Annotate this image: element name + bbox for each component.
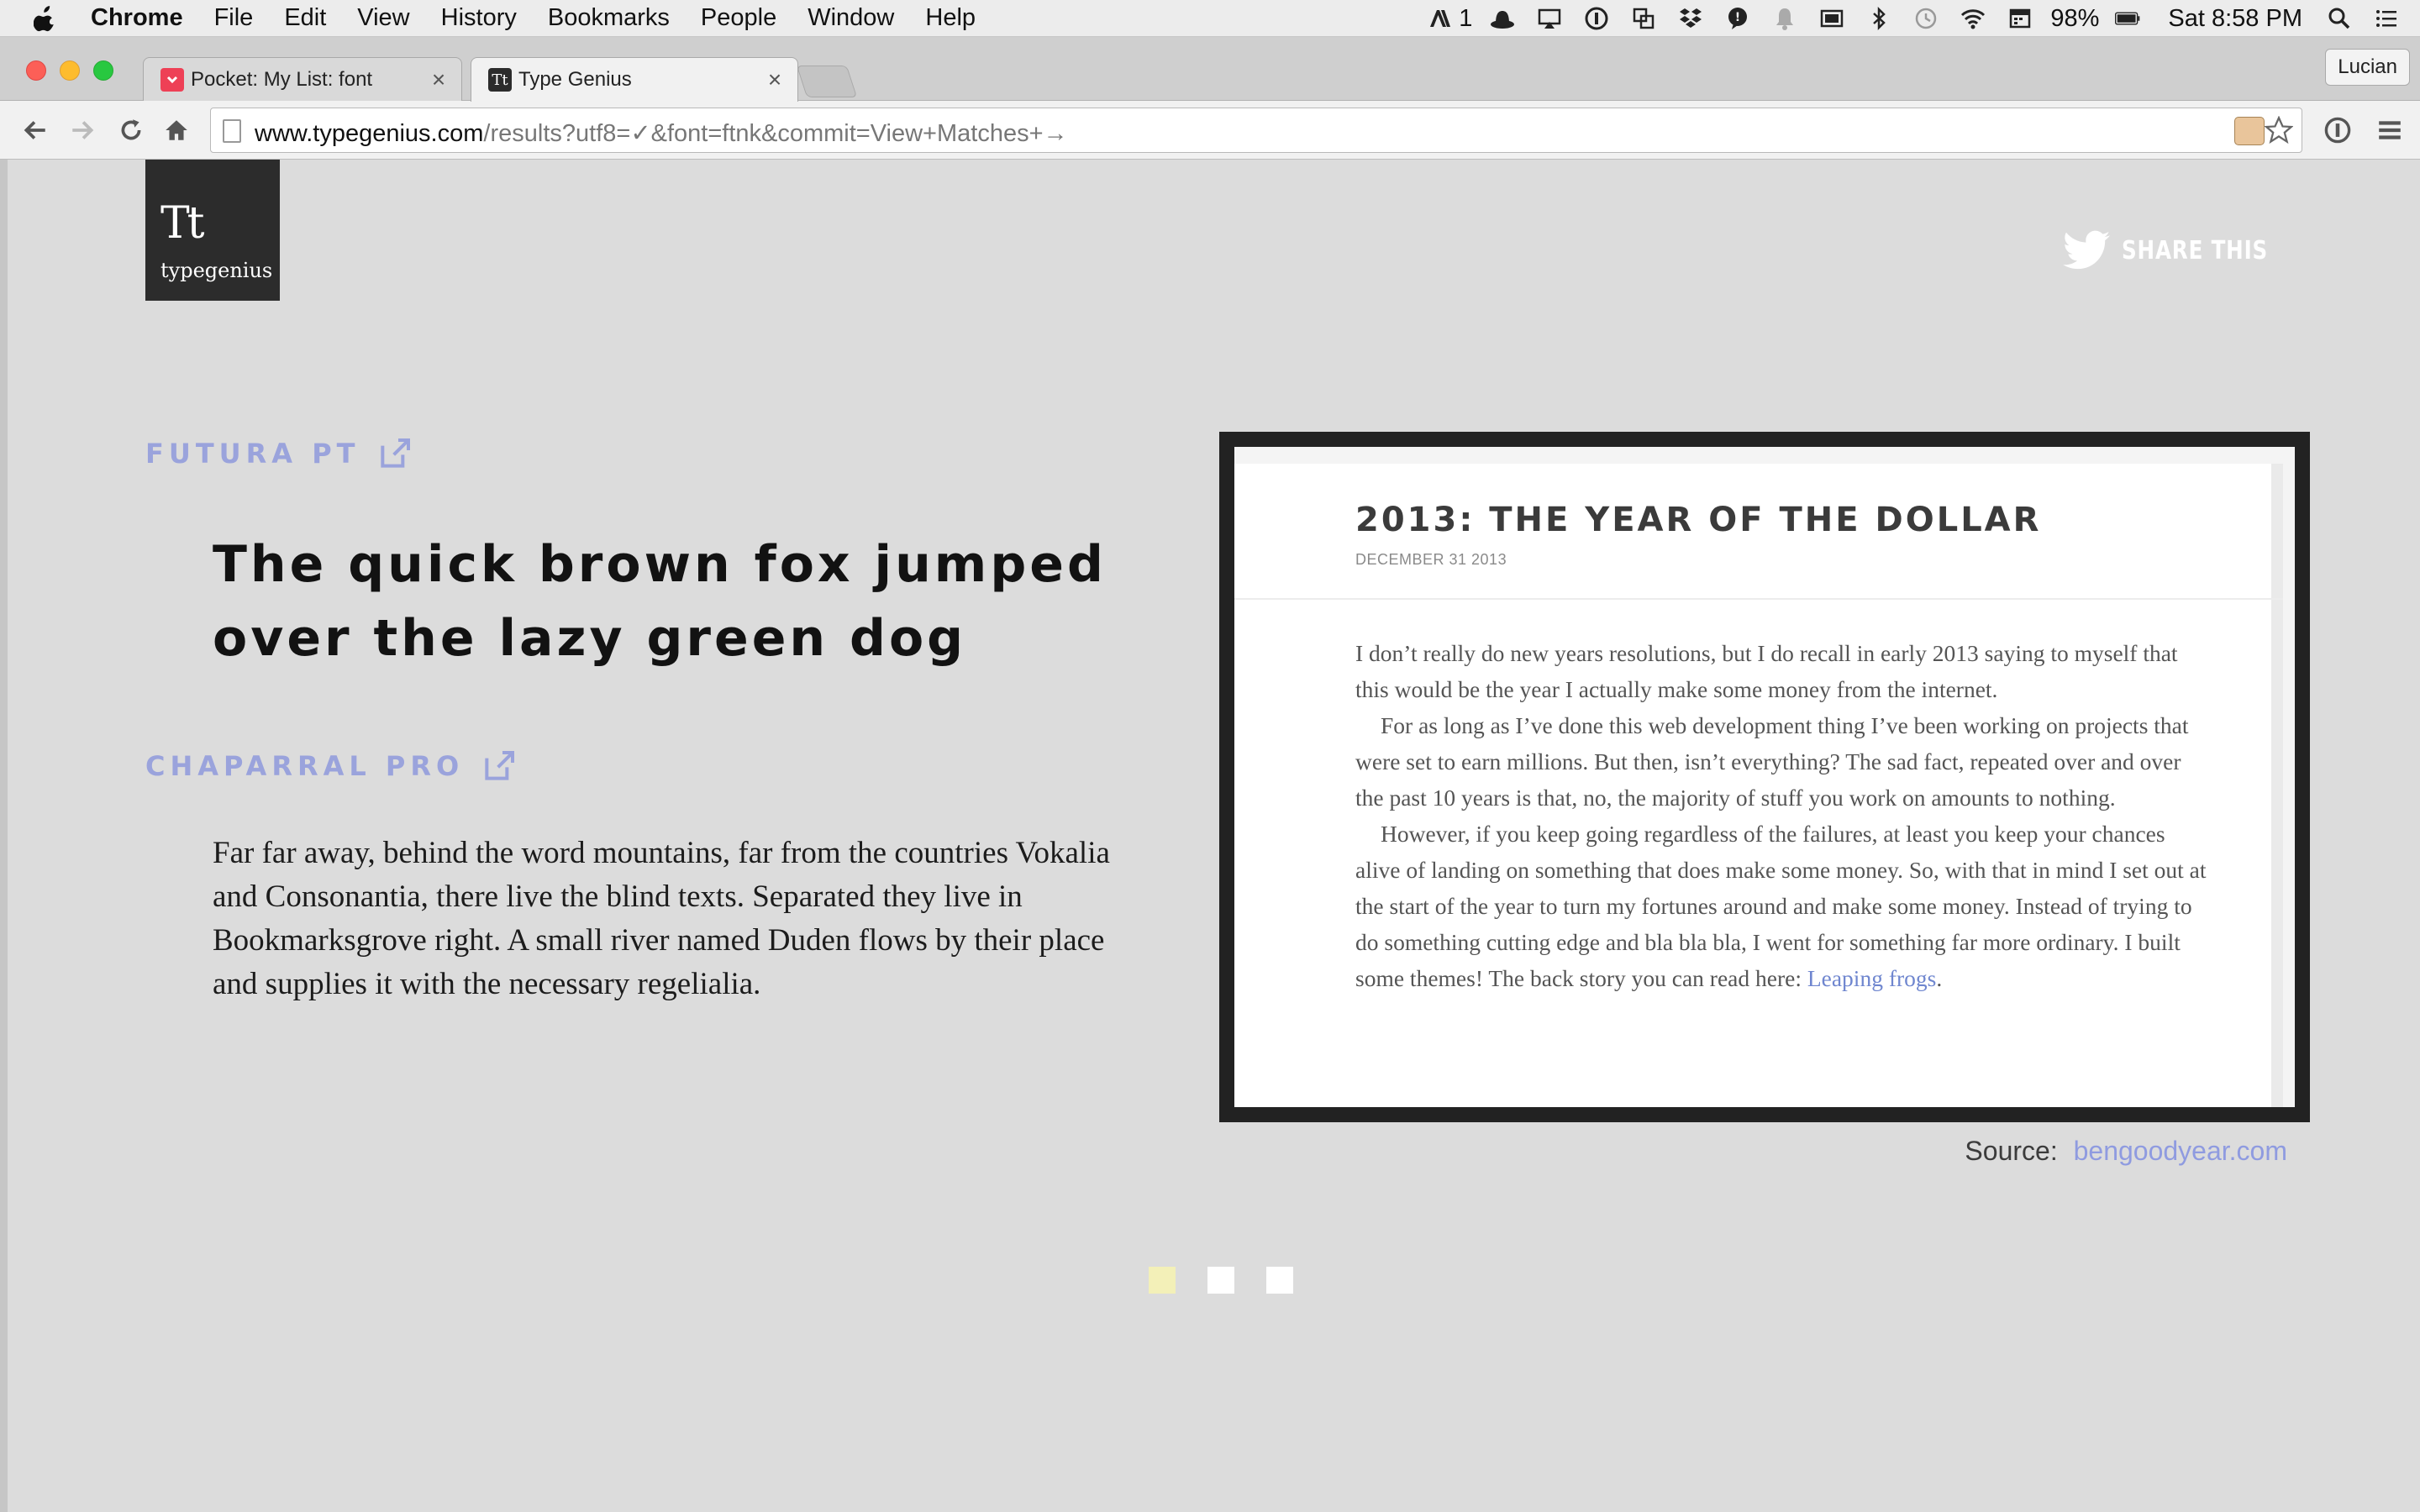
font-sample-chaparral: Far far away, behind the word mountains,… — [213, 836, 1110, 1001]
leaping-frogs-link[interactable]: Leaping frogs — [1807, 965, 1937, 991]
onepassword-icon[interactable] — [1580, 4, 1613, 33]
menu-edit[interactable]: Edit — [284, 4, 326, 32]
font-sample-futura: The quick brown fox jumped over the lazy… — [213, 535, 1107, 668]
menu-history[interactable]: History — [441, 4, 517, 32]
hat-icon[interactable] — [1486, 4, 1519, 33]
article-title: 2013: THE YEAR OF THE DOLLAR — [1355, 501, 2042, 539]
battery-icon[interactable] — [2106, 4, 2149, 33]
new-tab-button[interactable] — [796, 66, 858, 97]
onepassword-extension-icon[interactable] — [2321, 113, 2354, 147]
close-tab-icon[interactable]: × — [762, 66, 787, 93]
display-icon[interactable] — [1815, 4, 1849, 33]
close-tab-icon[interactable]: × — [426, 66, 451, 93]
article-body: I don’t really do new years resolutions,… — [1355, 635, 2212, 996]
article-paragraph: I don’t really do new years resolutions,… — [1355, 640, 2178, 702]
tab-title: Type Genius — [518, 68, 632, 91]
logo-name: typegenius — [160, 259, 273, 282]
pocket-icon — [160, 67, 184, 92]
profile-button[interactable]: Lucian — [2325, 49, 2410, 86]
twitter-bird-icon — [2063, 230, 2110, 270]
window-zoom-button[interactable] — [93, 60, 113, 81]
window-minimize-button[interactable] — [60, 60, 80, 81]
wifi-icon[interactable] — [1956, 4, 1990, 33]
time-machine-icon[interactable] — [1909, 4, 1943, 33]
notification-center-icon[interactable] — [2370, 4, 2403, 33]
macos-menu-bar: Chrome File Edit View History Bookmarks … — [0, 0, 2420, 37]
typegenius-logo[interactable]: Tt typegenius — [145, 160, 280, 301]
tab-pocket[interactable]: Pocket: My List: font × — [143, 57, 462, 101]
menu-file[interactable]: File — [214, 4, 254, 32]
menu-app-chrome[interactable]: Chrome — [91, 4, 183, 32]
font-name-label: CHAPARRAL PRO — [145, 750, 465, 782]
pagination-dot-1[interactable] — [1149, 1267, 1176, 1294]
font-name-futura-pt: FUTURA PT — [145, 437, 412, 470]
chrome-menu-icon[interactable] — [2373, 113, 2407, 147]
typegenius-icon: Tt — [488, 68, 512, 92]
home-button[interactable] — [160, 113, 193, 147]
pagination-dot-2[interactable] — [1207, 1267, 1234, 1294]
window-close-button[interactable] — [26, 60, 46, 81]
source-link[interactable]: bengoodyear.com — [2074, 1136, 2287, 1166]
menu-help[interactable]: Help — [925, 4, 976, 32]
preview-article: 2013: THE YEAR OF THE DOLLAR DECEMBER 31… — [1234, 464, 2283, 1107]
article-date: DECEMBER 31 2013 — [1355, 551, 1507, 568]
notification-bell-icon[interactable] — [1768, 4, 1802, 33]
dropbox-icon[interactable] — [1674, 4, 1707, 33]
article-divider — [1234, 598, 2283, 600]
apple-icon[interactable] — [34, 4, 59, 33]
preview-source: Source: bengoodyear.com — [1965, 1136, 2287, 1167]
font-name-label: FUTURA PT — [145, 438, 360, 470]
spotlight-search-icon[interactable] — [2323, 4, 2356, 33]
browser-toolbar: www.typegenius.com/results?utf8=✓&font=f… — [0, 101, 2420, 160]
pagination-dot-3[interactable] — [1266, 1267, 1293, 1294]
pagination-dots — [1149, 1267, 1325, 1294]
external-link-icon[interactable] — [378, 437, 412, 470]
screen-capture-icon[interactable] — [1627, 4, 1660, 33]
share-label: SHARE THIS — [2122, 235, 2269, 265]
site-preview-frame: 2013: THE YEAR OF THE DOLLAR DECEMBER 31… — [1219, 432, 2310, 1122]
source-label: Source: — [1965, 1136, 2058, 1166]
tab-title: Pocket: My List: font — [191, 67, 373, 91]
reload-button[interactable] — [114, 113, 148, 147]
menu-people[interactable]: People — [701, 4, 776, 32]
menu-window[interactable]: Window — [808, 4, 894, 32]
address-bar[interactable]: www.typegenius.com/results?utf8=✓&font=f… — [210, 108, 2302, 153]
link-suffix: . — [1936, 965, 1943, 991]
tab-type-genius[interactable]: Tt Type Genius × — [471, 57, 798, 102]
article-paragraph: For as long as I’ve done this web develo… — [1355, 712, 2189, 811]
page-icon — [223, 119, 241, 143]
logo-mark: Tt — [160, 198, 205, 249]
calendar-icon[interactable] — [2003, 4, 2037, 33]
article-paragraph: However, if you keep going regardless of… — [1355, 816, 2212, 996]
menu-bookmarks[interactable]: Bookmarks — [548, 4, 670, 32]
adobe-creative-cloud-icon[interactable] — [1423, 4, 1457, 33]
extension-avatar-icon[interactable] — [2234, 117, 2265, 145]
svg-text:!: ! — [1735, 11, 1740, 24]
page-content: Tt typegenius SHARE THIS FUTURA PT The q… — [0, 160, 2420, 1512]
share-this-button[interactable]: SHARE THIS — [2063, 230, 2300, 270]
forward-button[interactable] — [66, 113, 99, 147]
adobe-badge-count: 1 — [1459, 4, 1473, 32]
site-preview: 2013: THE YEAR OF THE DOLLAR DECEMBER 31… — [1234, 447, 2295, 1107]
url-domain: www.typegenius.com — [255, 120, 484, 147]
status-menus: 1 ! 98% Sat 8:58 PM — [1410, 0, 2420, 37]
browser-tab-strip: Pocket: My List: font × Tt Type Genius ×… — [0, 37, 2420, 102]
menu-view[interactable]: View — [357, 4, 409, 32]
clock[interactable]: Sat 8:58 PM — [2168, 5, 2302, 33]
url-text[interactable]: www.typegenius.com/results?utf8=✓&font=f… — [255, 118, 1068, 148]
bookmark-star-icon[interactable] — [2264, 115, 2294, 144]
font-name-chaparral-pro: CHAPARRAL PRO — [145, 749, 516, 783]
url-path: /results?utf8=✓&font=ftnk&commit=View+Ma… — [483, 120, 1068, 147]
article-paragraph-text: However, if you keep going regardless of… — [1355, 821, 2207, 991]
external-link-icon[interactable] — [482, 749, 516, 783]
evernote-icon[interactable]: ! — [1721, 4, 1754, 33]
airplay-icon[interactable] — [1533, 4, 1566, 33]
back-button[interactable] — [18, 113, 52, 147]
battery-percent: 98% — [2050, 4, 2100, 32]
bluetooth-icon[interactable] — [1862, 4, 1896, 33]
